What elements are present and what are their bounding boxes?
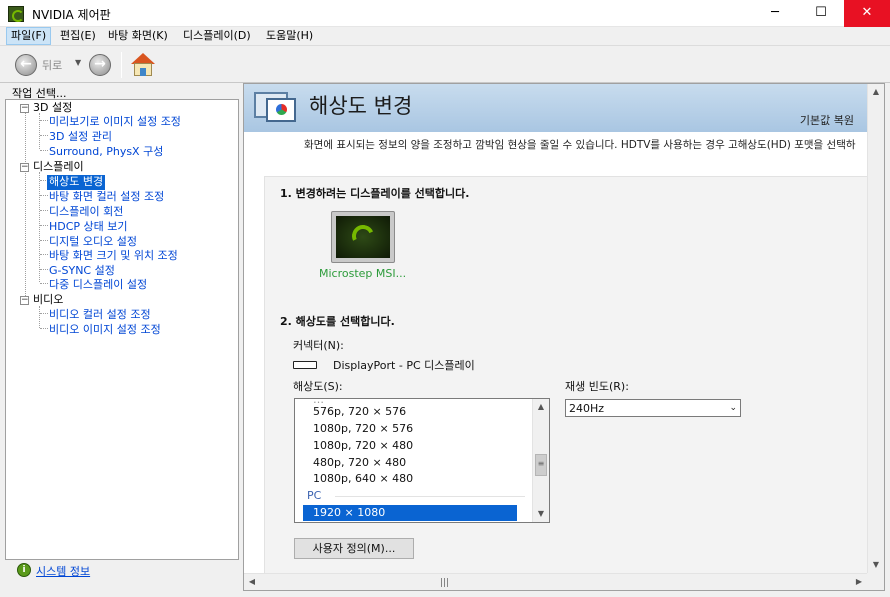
nvidia-app-icon xyxy=(8,6,24,22)
refresh-rate-select[interactable]: 240Hz ⌄ xyxy=(565,399,741,417)
tree-item-desktop-color[interactable]: 바탕 화면 컬러 설정 조정 xyxy=(49,190,164,205)
menu-edit[interactable]: 편집(E) xyxy=(56,27,100,45)
scroll-thumb[interactable]: ≡ xyxy=(535,454,547,476)
scroll-down-icon[interactable]: ▼ xyxy=(868,557,884,573)
restore-defaults-link[interactable]: 기본값 복원 xyxy=(800,112,854,128)
content-vertical-scrollbar[interactable]: ▲ ▼ xyxy=(867,84,884,573)
resolution-option[interactable]: 576p, 720 × 576 xyxy=(313,404,406,420)
collapse-display-icon[interactable]: − xyxy=(20,163,29,172)
window-title: NVIDIA 제어판 xyxy=(32,8,111,22)
tree-item-desktop-size-position[interactable]: 바탕 화면 크기 및 위치 조정 xyxy=(49,249,178,264)
connector-label: 커넥터(N): xyxy=(293,339,344,352)
history-dropdown-icon[interactable]: ▼ xyxy=(75,58,81,67)
connector-value: DisplayPort - PC 디스플레이 xyxy=(333,359,475,372)
monitor-icon[interactable] xyxy=(331,211,395,267)
page-description: 화면에 표시되는 정보의 양을 조정하고 깜박임 현상을 줄일 수 있습니다. … xyxy=(304,139,856,151)
chevron-down-icon: ⌄ xyxy=(729,403,737,413)
resolution-selected[interactable]: 1920 × 1080 xyxy=(303,505,517,521)
collapse-video-icon[interactable]: − xyxy=(20,296,29,305)
menu-bar: 파일(F) 편집(E) 바탕 화면(K) 디스플레이(D) 도움말(H) xyxy=(0,27,890,45)
menu-help[interactable]: 도움말(H) xyxy=(262,27,317,45)
task-tree[interactable]: − 3D 설정 미리보기로 이미지 설정 조정 3D 설정 관리 Surroun… xyxy=(5,99,239,560)
displayport-icon xyxy=(293,361,317,369)
back-label[interactable]: 뒤로 xyxy=(42,57,62,73)
tree-item-gsync[interactable]: G-SYNC 설정 xyxy=(49,264,115,279)
tree-category-3d[interactable]: 3D 설정 xyxy=(33,101,72,116)
display-name[interactable]: Microstep MSI... xyxy=(319,267,406,280)
content-panel: 해상도 변경 기본값 복원 화면에 표시되는 정보의 양을 조정하고 깜박임 현… xyxy=(243,83,885,591)
content-horizontal-scrollbar[interactable]: ◀ ||| ▶ xyxy=(244,573,867,590)
resolution-option[interactable]: 1080p, 720 × 480 xyxy=(313,438,413,454)
tree-category-video[interactable]: 비디오 xyxy=(33,293,63,308)
tree-item-video-color[interactable]: 비디오 컬러 설정 조정 xyxy=(49,308,151,323)
home-icon[interactable] xyxy=(130,52,156,78)
group-divider xyxy=(335,496,525,497)
refresh-rate-label: 재생 빈도(R): xyxy=(565,380,629,393)
tree-item-multi-display[interactable]: 다중 디스플레이 설정 xyxy=(49,278,147,293)
scroll-up-icon[interactable]: ▲ xyxy=(533,399,549,415)
scroll-left-icon[interactable]: ◀ xyxy=(244,574,260,590)
tree-item-digital-audio[interactable]: 디지털 오디오 설정 xyxy=(49,235,137,250)
system-info-label[interactable]: 시스템 정보 xyxy=(36,563,90,579)
page-title: 해상도 변경 xyxy=(309,94,413,118)
scroll-grip-icon[interactable]: ||| xyxy=(440,578,449,588)
tree-item-manage-3d-settings[interactable]: 3D 설정 관리 xyxy=(49,130,112,145)
resolution-option[interactable]: 1080p, 640 × 480 xyxy=(313,471,413,487)
resolution-option[interactable]: 480p, 720 × 480 xyxy=(313,455,406,471)
step2-title: 2. 해상도를 선택합니다. xyxy=(280,315,395,328)
scroll-up-icon[interactable]: ▲ xyxy=(868,84,884,100)
page-header: 해상도 변경 기본값 복원 xyxy=(244,84,884,132)
step1-title: 1. 변경하려는 디스플레이를 선택합니다. xyxy=(280,187,470,200)
resolution-scrollbar[interactable]: ▲ ≡ ▼ xyxy=(532,399,549,522)
tree-item-rotate-display[interactable]: 디스플레이 회전 xyxy=(49,205,123,220)
resolution-group-pc: PC xyxy=(307,489,322,502)
menu-file[interactable]: 파일(F) xyxy=(6,27,52,45)
maximize-button[interactable]: ☐ xyxy=(798,0,844,27)
scrollbar-corner xyxy=(867,573,884,590)
toolbar: ← 뒤로 ▼ → xyxy=(0,45,890,83)
close-button[interactable]: ✕ xyxy=(844,0,890,27)
scroll-down-icon[interactable]: ▼ xyxy=(533,506,549,522)
scroll-right-icon[interactable]: ▶ xyxy=(851,574,867,590)
task-panel: 작업 선택... − 3D 설정 미리보기로 이미지 설정 조정 3D 설정 관… xyxy=(5,83,239,591)
resolution-listbox[interactable]: … 576p, 720 × 576 1080p, 720 × 576 1080p… xyxy=(294,398,550,523)
customize-button[interactable]: 사용자 정의(M)... xyxy=(294,538,414,559)
settings-area: 1. 변경하려는 디스플레이를 선택합니다. Microstep MSI... … xyxy=(264,176,884,576)
arrow-right-icon[interactable]: → xyxy=(89,54,111,76)
minimize-button[interactable]: ─ xyxy=(752,0,798,27)
arrow-left-icon[interactable]: ← xyxy=(15,54,37,76)
tree-item-video-image[interactable]: 비디오 이미지 설정 조정 xyxy=(49,323,161,338)
resolution-label: 해상도(S): xyxy=(293,380,343,393)
tree-item-preview-image-settings[interactable]: 미리보기로 이미지 설정 조정 xyxy=(49,115,181,130)
toolbar-separator xyxy=(121,52,122,78)
resolution-option[interactable]: 1080p, 720 × 576 xyxy=(313,421,413,437)
refresh-rate-value: 240Hz xyxy=(569,402,605,415)
tree-item-hdcp-status[interactable]: HDCP 상태 보기 xyxy=(49,220,128,235)
tree-item-change-resolution[interactable]: 해상도 변경 xyxy=(47,175,106,190)
info-icon: i xyxy=(17,563,31,577)
menu-desktop[interactable]: 바탕 화면(K) xyxy=(104,27,172,45)
tree-category-display[interactable]: 디스플레이 xyxy=(33,160,84,175)
display-settings-icon xyxy=(254,89,298,125)
collapse-3d-icon[interactable]: − xyxy=(20,104,29,113)
tree-item-surround-physx[interactable]: Surround, PhysX 구성 xyxy=(49,145,163,160)
title-bar: NVIDIA 제어판 ─ ☐ ✕ xyxy=(0,0,890,27)
menu-display[interactable]: 디스플레이(D) xyxy=(179,27,255,45)
